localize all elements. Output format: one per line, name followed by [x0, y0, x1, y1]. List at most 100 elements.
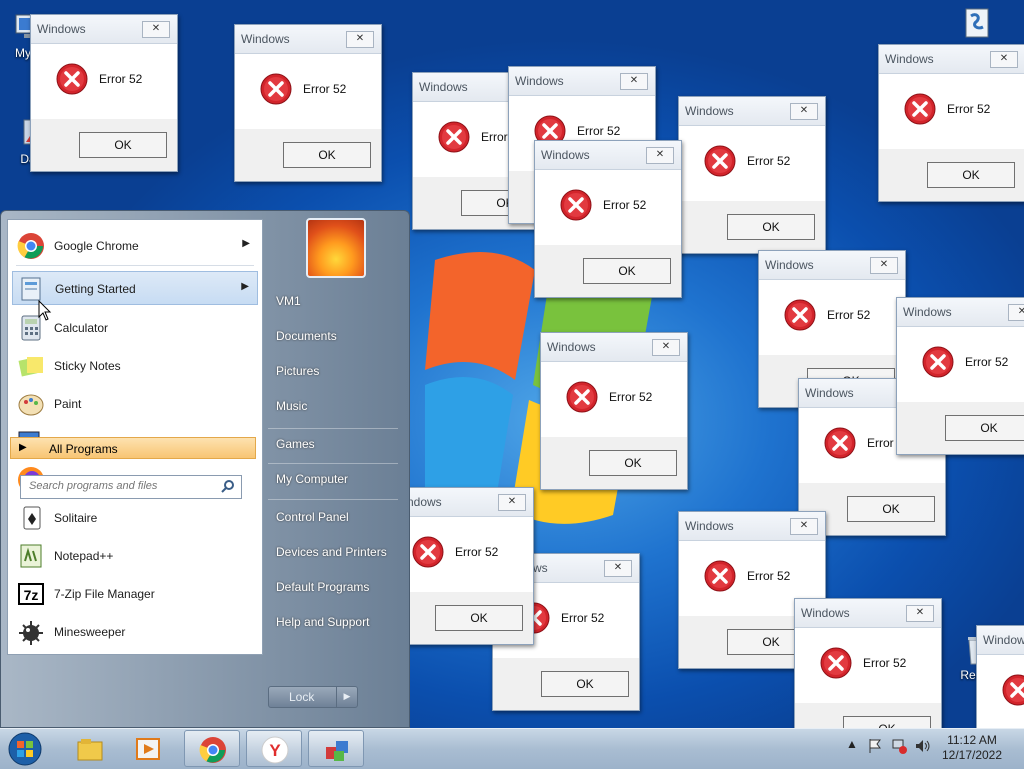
start-right-item[interactable]: Pictures	[276, 364, 319, 378]
dialog-titlebar[interactable]: Windows✕	[977, 626, 1024, 655]
dialog-titlebar[interactable]: Windows✕	[679, 97, 825, 126]
dialog-ok-button[interactable]: OK	[927, 162, 1015, 188]
dialog-titlebar[interactable]: Windows✕	[541, 333, 687, 362]
app-icon	[326, 741, 348, 761]
program-label: Sticky Notes	[54, 359, 121, 373]
dialog-close-button[interactable]: ✕	[790, 103, 818, 120]
media-player-icon	[136, 738, 160, 760]
start-orb-icon[interactable]	[6, 731, 44, 767]
error-dialog: Windows ✕ Error 52 OK	[678, 96, 826, 254]
start-right-item[interactable]: Default Programs	[276, 580, 369, 594]
all-programs-button[interactable]: ▶ All Programs	[10, 437, 256, 459]
dialog-close-button[interactable]: ✕	[620, 73, 648, 90]
dialog-title: Windows	[541, 148, 590, 162]
dialog-close-button[interactable]: ✕	[346, 31, 374, 48]
dialog-titlebar[interactable]: Windows✕	[31, 15, 177, 44]
dialog-message: Error 52	[577, 124, 621, 138]
start-right-item[interactable]: VM1	[276, 294, 301, 308]
action-center-flag-icon[interactable]	[866, 737, 884, 755]
dialog-ok-button[interactable]: OK	[583, 258, 671, 284]
dialog-titlebar[interactable]: Windows✕	[795, 599, 941, 628]
chrome-icon	[16, 231, 46, 261]
dialog-titlebar[interactable]: Windows ✕	[897, 298, 1024, 327]
error-dialog: Windows ✕ Error 52 OK	[896, 297, 1024, 455]
svg-text:Y: Y	[269, 741, 281, 760]
dialog-ok-button[interactable]: OK	[945, 415, 1024, 441]
start-right-item[interactable]: Music	[276, 399, 307, 413]
program-item[interactable]: Sticky Notes	[12, 349, 258, 383]
dialog-footer: OK	[897, 402, 1024, 454]
dialog-body: Error 52	[795, 628, 941, 702]
dialog-close-button[interactable]: ✕	[870, 257, 898, 274]
dialog-ok-button[interactable]: OK	[843, 716, 931, 728]
start-right-item[interactable]: Games	[276, 437, 315, 451]
taskbar-explorer-button[interactable]	[62, 730, 118, 767]
search-icon[interactable]	[221, 479, 235, 493]
error-icon	[703, 144, 737, 178]
program-item[interactable]: Paint	[12, 387, 258, 421]
dialog-ok-button[interactable]: OK	[727, 214, 815, 240]
taskbar-app-button[interactable]	[308, 730, 364, 767]
desktop-icon-installer[interactable]	[940, 6, 1014, 42]
error-icon	[259, 72, 293, 106]
dialog-close-button[interactable]: ✕	[906, 605, 934, 622]
program-item[interactable]: Minesweeper	[12, 615, 258, 649]
dialog-ok-button[interactable]: OK	[847, 496, 935, 522]
dialog-title: Windows	[903, 305, 952, 319]
taskbar-chrome-button[interactable]	[184, 730, 240, 767]
start-right-item[interactable]: Help and Support	[276, 615, 369, 629]
start-search-box[interactable]	[20, 475, 242, 499]
search-input[interactable]	[21, 476, 219, 496]
user-picture[interactable]	[306, 218, 366, 278]
dialog-title: Windows	[685, 519, 734, 533]
dialog-close-button[interactable]: ✕	[142, 21, 170, 38]
program-label: 7-Zip File Manager	[54, 587, 155, 601]
dialog-ok-button[interactable]: OK	[589, 450, 677, 476]
dialog-ok-button[interactable]: OK	[283, 142, 371, 168]
submenu-arrow-icon[interactable]: ▶	[242, 238, 250, 249]
start-right-item[interactable]: Control Panel	[276, 510, 349, 524]
start-right-item[interactable]: My Computer	[276, 472, 348, 486]
dialog-ok-button[interactable]: OK	[435, 605, 523, 631]
dialog-titlebar[interactable]: Windows✕	[235, 25, 381, 54]
program-item[interactable]: Solitaire	[12, 501, 258, 535]
dialog-close-button[interactable]: ✕	[604, 560, 632, 577]
start-right-item[interactable]: Documents	[276, 329, 337, 343]
dialog-titlebar[interactable]: Windows ✕	[679, 512, 825, 541]
lock-options-arrow-icon[interactable]: ▶	[336, 687, 357, 707]
taskbar: Y ▲ 11:12 AM 12/17/2022	[0, 728, 1024, 769]
dialog-close-button[interactable]: ✕	[1008, 304, 1024, 321]
dialog-titlebar[interactable]: Windows✕	[879, 45, 1024, 74]
dialog-message: Error 52	[747, 569, 791, 583]
dialog-ok-button[interactable]: OK	[541, 671, 629, 697]
dialog-close-button[interactable]: ✕	[990, 51, 1018, 68]
dialog-body: Error 52	[977, 655, 1024, 728]
dialog-close-button[interactable]: ✕	[498, 494, 526, 511]
taskbar-media-player-button[interactable]	[120, 730, 176, 767]
triangle-right-icon: ▶	[19, 442, 27, 453]
lock-button[interactable]: Lock ▶	[268, 686, 358, 708]
program-item[interactable]: Google Chrome ▶	[12, 229, 258, 263]
dialog-titlebar[interactable]: Windows ✕	[759, 251, 905, 280]
dialog-message: Error 52	[561, 611, 605, 625]
network-icon[interactable]	[890, 737, 908, 755]
clock[interactable]: 11:12 AM 12/17/2022	[932, 733, 1012, 763]
program-item[interactable]: 7z 7-Zip File Manager	[12, 577, 258, 611]
program-item[interactable]: Notepad++	[12, 539, 258, 573]
start-right-item[interactable]: Devices and Printers	[276, 545, 387, 559]
dialog-close-button[interactable]: ✕	[790, 518, 818, 535]
paint-icon	[16, 389, 46, 419]
dialog-close-button[interactable]: ✕	[652, 339, 680, 356]
volume-icon[interactable]	[914, 737, 932, 755]
dialog-ok-button[interactable]: OK	[79, 132, 167, 158]
error-icon	[55, 62, 89, 96]
start-menu: Google Chrome ▶ Getting Started ▶ Calculator…	[0, 210, 410, 728]
dialog-title: Windows	[765, 258, 814, 272]
dialog-titlebar[interactable]: Windows✕	[509, 67, 655, 96]
taskbar-yandex-button[interactable]: Y	[246, 730, 302, 767]
dialog-titlebar[interactable]: Windows ✕	[535, 141, 681, 170]
dialog-body: Error 52	[759, 280, 905, 354]
dialog-close-button[interactable]: ✕	[646, 147, 674, 164]
show-hidden-icons-arrow-icon[interactable]: ▲	[846, 737, 864, 755]
submenu-arrow-icon[interactable]: ▶	[241, 281, 249, 292]
